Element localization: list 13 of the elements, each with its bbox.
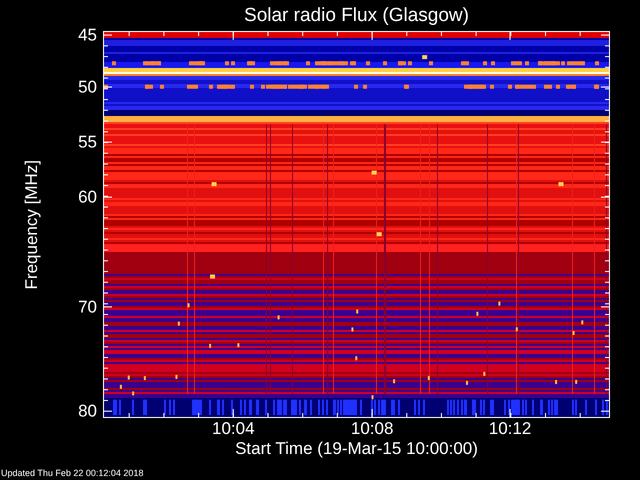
chart-title: Solar radio Flux (Glasgow): [244, 5, 469, 27]
update-timestamp: Updated Thu Feb 22 00:12:04 2018: [0, 468, 144, 480]
y-tick-label: 55: [78, 134, 97, 151]
y-tick-label: 50: [78, 78, 97, 96]
y-tick-label: 70: [78, 298, 97, 316]
x-tick-label: 10:12: [488, 420, 532, 437]
y-axis-label: Frequency [MHz]: [22, 160, 42, 290]
y-tick-label: 45: [78, 26, 97, 44]
x-tick-label: 10:04: [212, 420, 255, 437]
x-axis-label: Start Time (19-Mar-15 10:00:00): [235, 439, 478, 459]
y-tick-label: 80: [78, 402, 97, 420]
x-tick-label: 10:08: [350, 420, 394, 437]
y-tick-label: 60: [78, 188, 97, 206]
